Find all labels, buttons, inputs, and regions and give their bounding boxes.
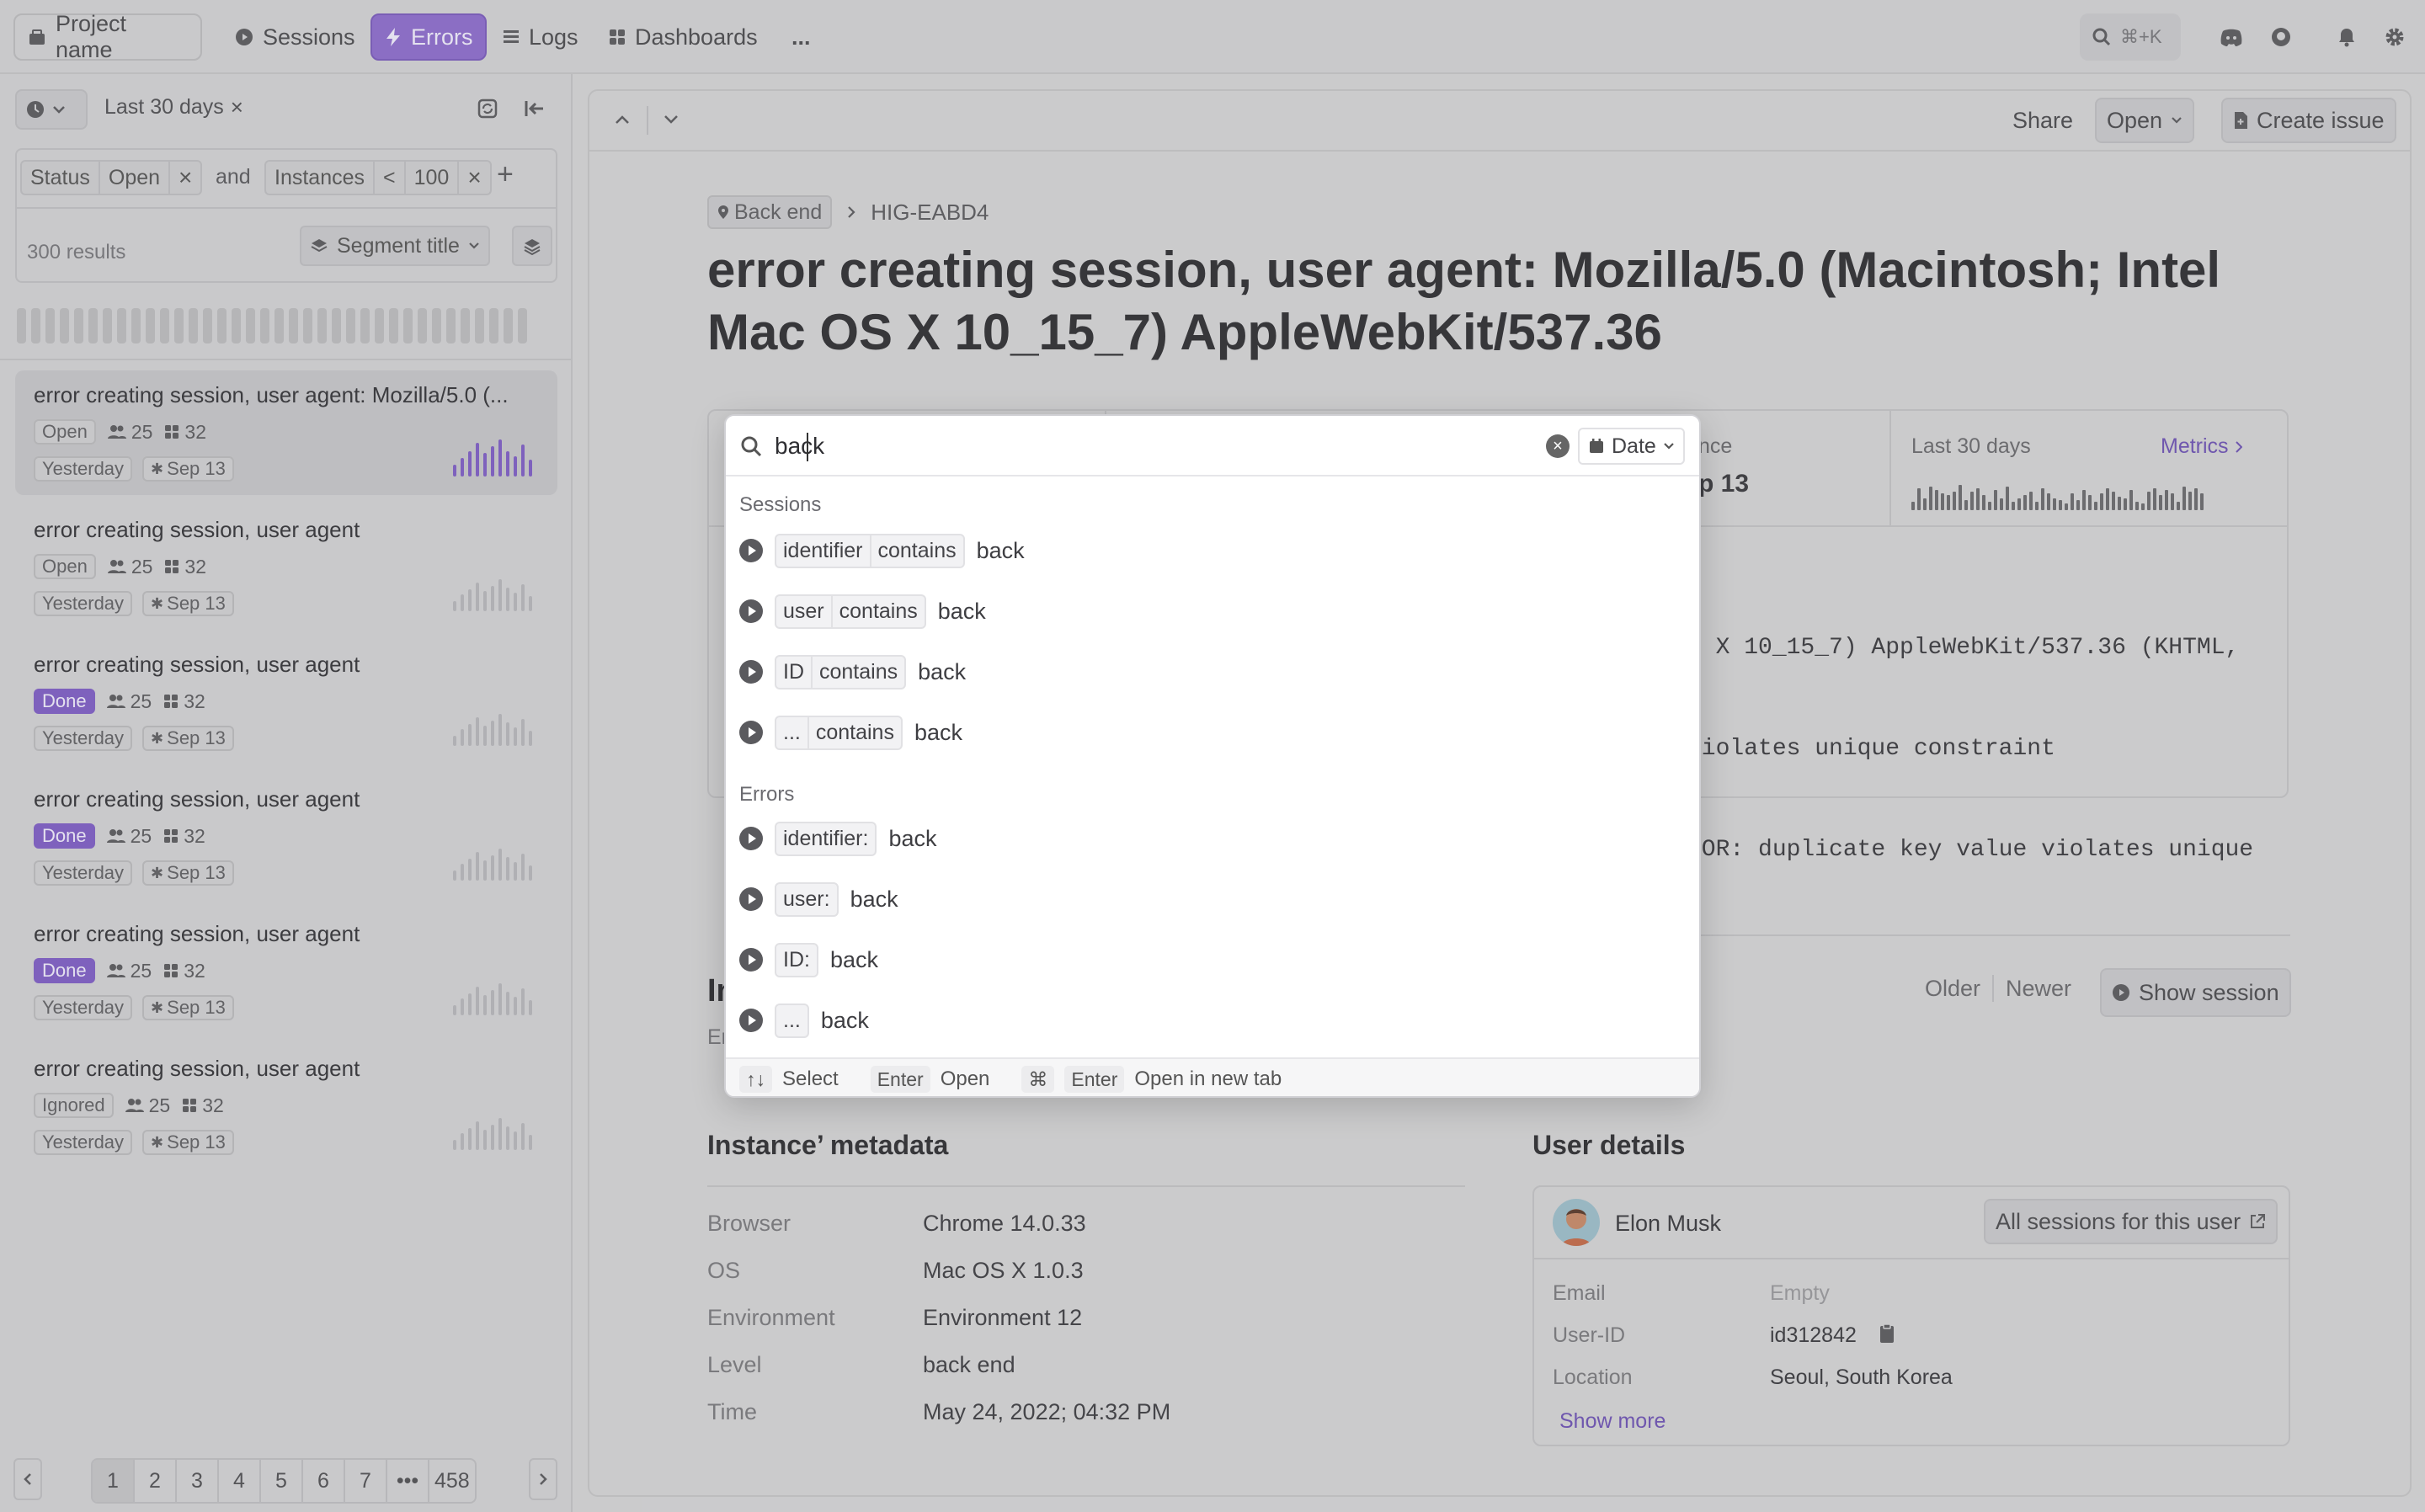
search-icon — [739, 434, 763, 458]
search-header: × Date — [726, 416, 1699, 476]
sessions-section-heading: Sessions — [739, 493, 822, 516]
open-hint: Open — [940, 1067, 990, 1090]
filter-pill: identifier contains — [775, 533, 965, 568]
cmd-enter-key: Enter — [1064, 1066, 1125, 1093]
filter-value: back — [937, 598, 986, 624]
arrows-key: ↑↓ — [739, 1066, 772, 1093]
filter-token: user — [783, 599, 824, 623]
calendar-icon — [1588, 438, 1605, 455]
chevron-down-icon — [1663, 442, 1675, 450]
play-circle-icon — [739, 1009, 763, 1032]
filter-pill: ID: — [775, 942, 818, 977]
session-filter-option[interactable]: identifier contains back — [726, 525, 1699, 576]
filter-token: identifier — [783, 538, 863, 562]
date-filter-label: Date — [1612, 434, 1656, 458]
error-filter-option[interactable]: identifier: back — [726, 813, 1699, 864]
filter-pill: ID contains — [775, 654, 907, 689]
filter-token: ... — [783, 1008, 801, 1032]
cmd-key: ⌘ — [1021, 1066, 1055, 1093]
filter-token: user: — [783, 886, 830, 911]
filter-token: contains — [830, 595, 925, 627]
filter-value: back — [976, 537, 1025, 563]
play-circle-icon — [739, 599, 763, 623]
session-filter-option[interactable]: ID contains back — [726, 647, 1699, 697]
filter-token: ... — [783, 720, 801, 744]
filter-pill: ... — [775, 1003, 809, 1038]
error-filter-option[interactable]: ID: back — [726, 934, 1699, 985]
filter-value: back — [829, 946, 878, 972]
clear-search-icon[interactable]: × — [1546, 434, 1570, 458]
play-circle-icon — [739, 660, 763, 684]
filter-pill: user: — [775, 881, 839, 917]
palette-footer: ↑↓ Select Enter Open ⌘ Enter Open in new… — [726, 1057, 1699, 1096]
session-filter-option[interactable]: ... contains back — [726, 707, 1699, 758]
search-palette: × Date Sessions identifiercontains back … — [724, 414, 1701, 1098]
error-filter-option[interactable]: user: back — [726, 874, 1699, 924]
play-circle-icon — [739, 948, 763, 972]
filter-value: back — [918, 658, 967, 684]
filter-token: contains — [869, 535, 963, 567]
filter-value: back — [888, 825, 937, 851]
select-hint: Select — [782, 1067, 839, 1090]
filter-token: contains — [807, 716, 901, 748]
text-cursor — [807, 433, 808, 461]
filter-token: contains — [811, 656, 904, 688]
play-circle-icon — [739, 887, 763, 911]
errors-section-heading: Errors — [739, 783, 795, 806]
filter-value: back — [850, 886, 898, 912]
filter-token: ID: — [783, 947, 810, 972]
search-input[interactable] — [775, 428, 1532, 465]
error-filter-option[interactable]: ... back — [726, 995, 1699, 1046]
play-circle-icon — [739, 827, 763, 850]
session-filter-option[interactable]: user contains back — [726, 586, 1699, 636]
filter-value: back — [820, 1007, 869, 1033]
play-circle-icon — [739, 539, 763, 562]
filter-token: identifier: — [783, 826, 869, 850]
filter-token: ID — [783, 659, 804, 684]
filter-value: back — [914, 719, 963, 745]
play-circle-icon — [739, 721, 763, 744]
enter-key: Enter — [870, 1066, 930, 1093]
filter-pill: user contains — [775, 594, 926, 629]
filter-pill: ... contains — [775, 715, 903, 750]
filter-pill: identifier: — [775, 821, 877, 856]
open-tab-hint: Open in new tab — [1134, 1067, 1282, 1090]
date-filter-button[interactable]: Date — [1578, 428, 1685, 465]
